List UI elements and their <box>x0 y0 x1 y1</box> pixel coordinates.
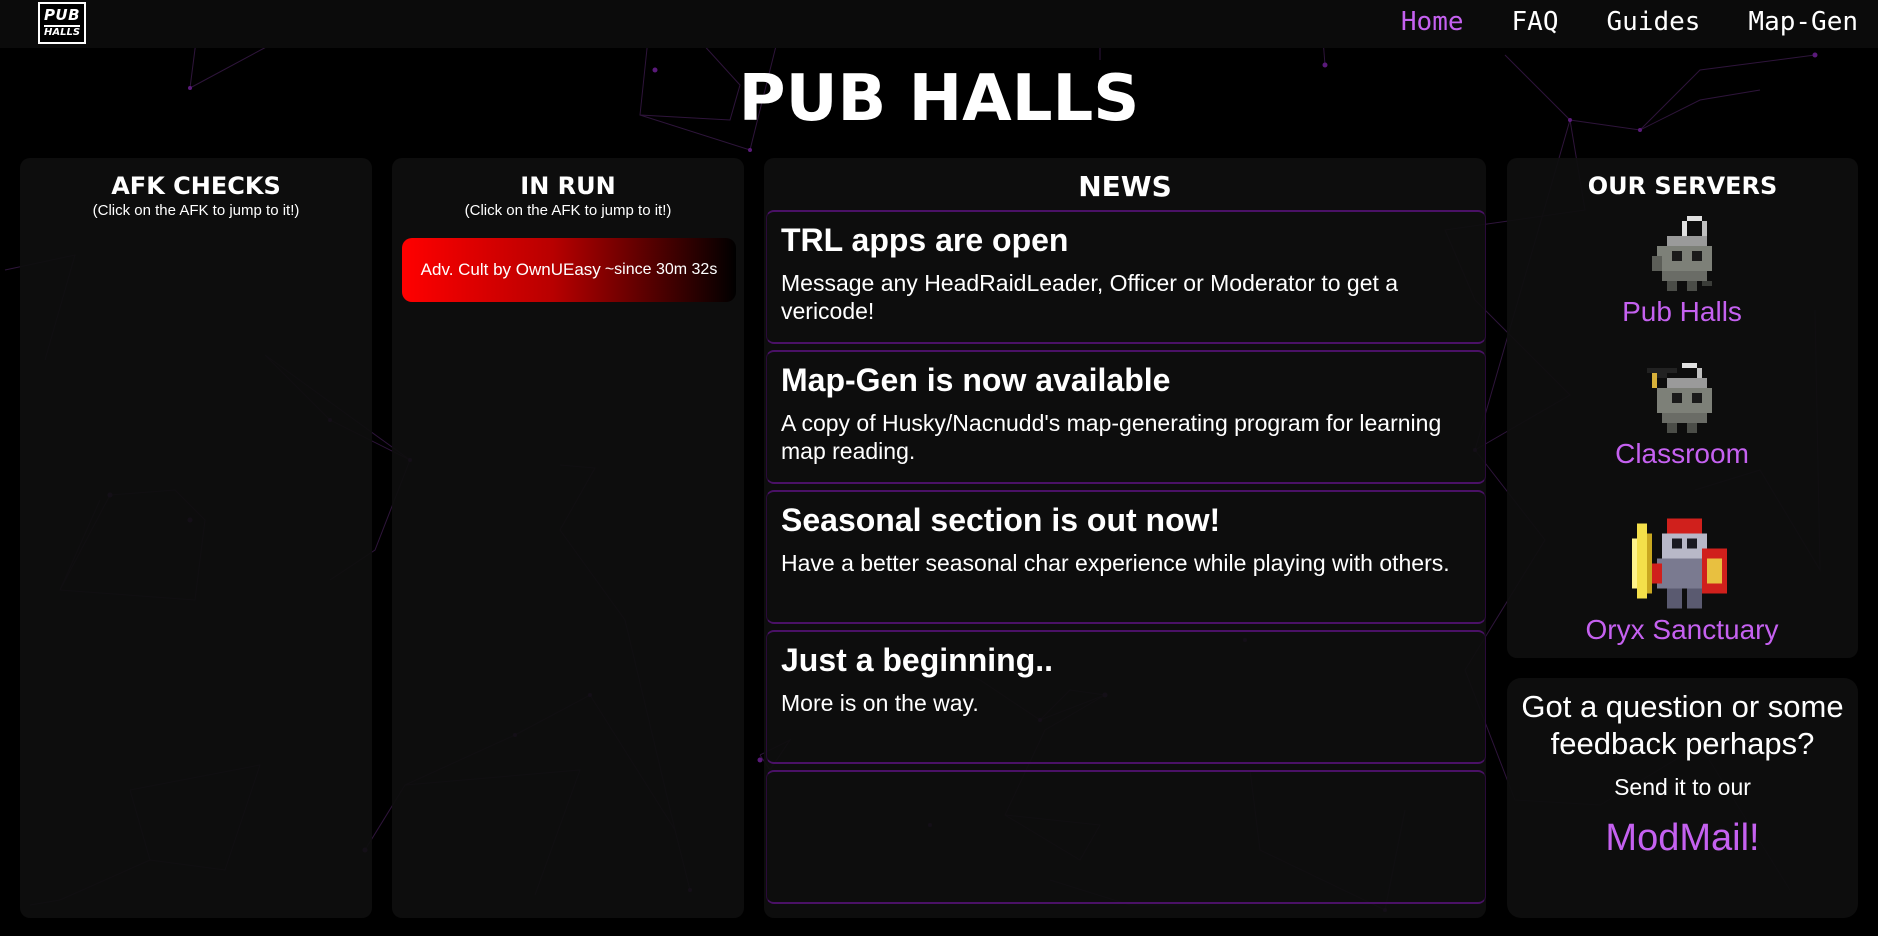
news-heading: Just a beginning.. <box>781 642 1054 678</box>
news-heading: TRL apps are open <box>781 222 1069 258</box>
news-item: TRL apps are open Message any HeadRaidLe… <box>766 210 1486 344</box>
nav-mapgen-link[interactable]: Map-Gen <box>1748 7 1858 37</box>
news-item: Seasonal section is out now! Have a bett… <box>766 490 1486 624</box>
server-name: Pub Halls <box>1622 296 1742 327</box>
modmail-link[interactable]: ModMail! <box>1507 817 1858 860</box>
news-body: A copy of Husky/Nacnudd's map-generating… <box>781 410 1442 464</box>
afk-run-since: ~since 30m 32s <box>604 261 718 278</box>
afk-run-card[interactable]: Adv. Cult by OwnUEasy ~since 30m 32s <box>402 238 736 302</box>
oryx-knight-sprite-icon <box>1632 518 1727 609</box>
feedback-send-text: Send it to our <box>1614 774 1751 800</box>
server-link-oryx-sanctuary[interactable]: Oryx Sanctuary <box>1507 518 1857 646</box>
in-run-title: IN RUN <box>520 172 616 200</box>
our-servers-panel: OUR SERVERS Pub Halls Classroom Oryx San… <box>1507 158 1858 658</box>
top-navbar: PUB HALLS Home FAQ Guides Map-Gen <box>0 0 1878 48</box>
news-heading: Seasonal section is out now! <box>781 502 1221 538</box>
main-nav: Home FAQ Guides Map-Gen <box>1353 0 1858 44</box>
afk-checks-panel: AFK CHECKS (Click on the AFK to jump to … <box>20 158 372 918</box>
afk-checks-subtitle: (Click on the AFK to jump to it!) <box>92 202 300 219</box>
nav-faq-link[interactable]: FAQ <box>1512 7 1559 37</box>
news-panel: NEWS TRL apps are open Message any HeadR… <box>764 158 1486 918</box>
ghost-sprite-icon <box>1652 216 1712 291</box>
news-heading: Map-Gen is now available <box>781 362 1171 398</box>
page-title: PUB HALLS <box>738 62 1140 136</box>
feedback-question: Got a question or some feedback perhaps? <box>1521 689 1844 761</box>
server-name: Classroom <box>1615 438 1749 469</box>
nav-home-link[interactable]: Home <box>1401 7 1464 37</box>
logo-line-2: HALLS <box>43 25 81 38</box>
server-name: Oryx Sanctuary <box>1585 614 1779 645</box>
graduate-ghost-sprite-icon <box>1647 363 1712 433</box>
news-item-empty <box>766 770 1486 904</box>
nav-guides-link[interactable]: Guides <box>1607 7 1701 37</box>
in-run-panel: IN RUN (Click on the AFK to jump to it!)… <box>392 158 744 918</box>
feedback-panel: Got a question or some feedback perhaps?… <box>1507 678 1858 918</box>
afk-checks-title: AFK CHECKS <box>111 172 281 200</box>
news-body: Have a better seasonal char experience w… <box>781 550 1450 576</box>
news-body: Message any HeadRaidLeader, Officer or M… <box>781 270 1399 324</box>
afk-run-label: Adv. Cult by OwnUEasy <box>420 260 601 279</box>
news-body: More is on the way. <box>781 690 979 716</box>
news-item: Just a beginning.. More is on the way. <box>766 630 1486 764</box>
logo-line-1: PUB <box>43 6 81 24</box>
in-run-subtitle: (Click on the AFK to jump to it!) <box>464 202 672 219</box>
our-servers-title: OUR SERVERS <box>1587 172 1778 200</box>
news-item: Map-Gen is now available A copy of Husky… <box>766 350 1486 484</box>
news-title: NEWS <box>1078 170 1172 203</box>
server-link-classroom[interactable]: Classroom <box>1507 358 1857 470</box>
pub-halls-logo[interactable]: PUB HALLS <box>38 2 86 44</box>
server-link-pub-halls[interactable]: Pub Halls <box>1507 216 1857 328</box>
